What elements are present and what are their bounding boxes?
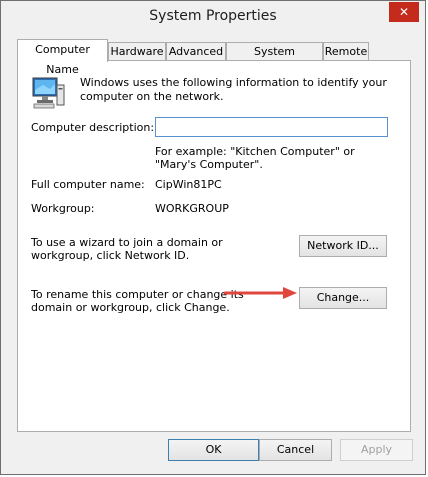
ok-button[interactable]: OK [168, 439, 259, 461]
title-bar: System Properties ✕ [1, 1, 425, 31]
intro-text: Windows uses the following information t… [80, 76, 387, 103]
computer-icon [32, 77, 65, 109]
computer-description-label: Computer description: [31, 121, 155, 134]
workgroup-label: Workgroup: [31, 202, 95, 215]
apply-button[interactable]: Apply [340, 439, 413, 461]
full-computer-name-label: Full computer name: [31, 178, 145, 191]
description-example-text: For example: "Kitchen Computer" or "Mary… [155, 145, 355, 171]
tab-remote[interactable]: Remote [323, 42, 369, 60]
network-id-button[interactable]: Network ID... [299, 235, 387, 257]
arrow-annotation-icon [223, 287, 297, 299]
tab-advanced[interactable]: Advanced [166, 42, 226, 60]
computer-description-input[interactable] [155, 117, 388, 137]
network-id-text: To use a wizard to join a domain or work… [31, 236, 223, 262]
close-icon[interactable]: ✕ [389, 2, 419, 22]
system-properties-window: System Properties ✕ Computer Name Hardwa… [0, 0, 426, 475]
tab-computer-name[interactable]: Computer Name [17, 39, 108, 76]
cancel-button[interactable]: Cancel [259, 439, 332, 461]
workgroup-value: WORKGROUP [155, 202, 229, 215]
tab-hardware[interactable]: Hardware [108, 42, 166, 60]
full-computer-name-value: CipWin81PC [155, 178, 222, 191]
tab-system-protection[interactable]: System Protection [226, 42, 323, 76]
change-button[interactable]: Change... [299, 287, 387, 309]
computer-name-panel: Windows uses the following information t… [17, 60, 411, 432]
window-title: System Properties [149, 8, 277, 24]
